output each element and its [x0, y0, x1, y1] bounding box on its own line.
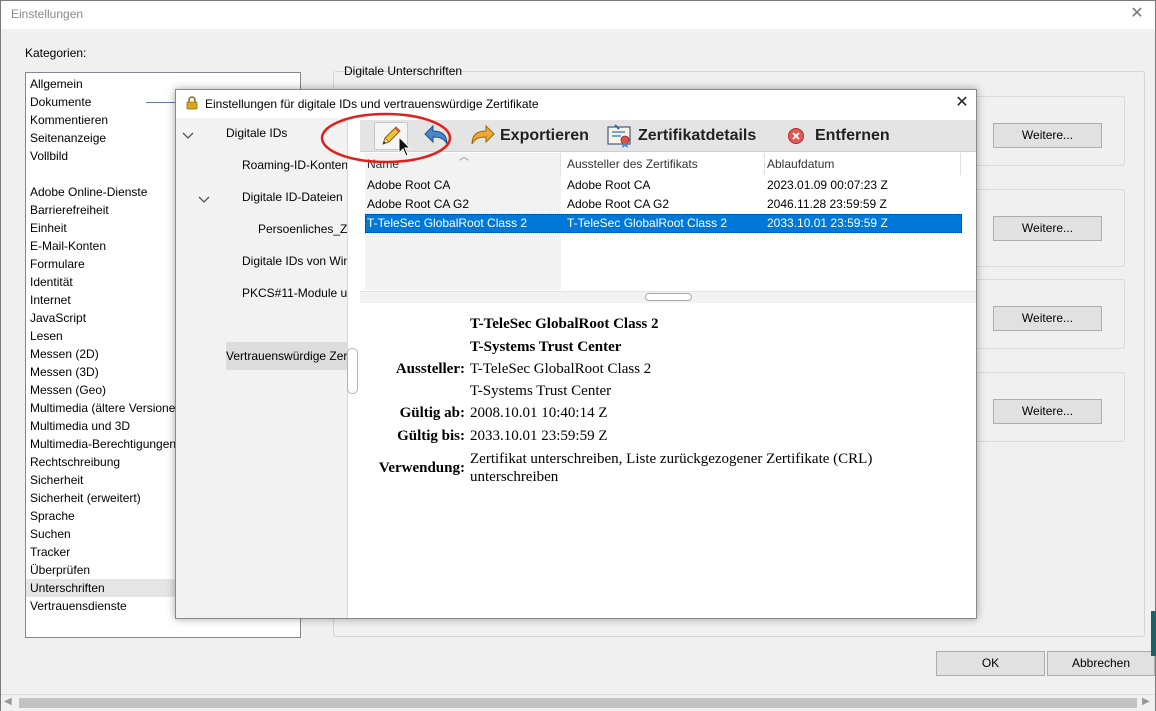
valid-from-label: Gültig ab: [399, 405, 465, 421]
export-arrow-icon [471, 124, 495, 145]
more-button[interactable]: Weitere... [993, 123, 1102, 148]
table-cell-issuer[interactable]: Adobe Root CA G2 [565, 195, 669, 214]
category-item[interactable]: Vollbild [30, 147, 68, 165]
scrollbar-thumb[interactable] [19, 698, 1137, 708]
issuer-org: T-Systems Trust Center [470, 383, 612, 399]
more-button[interactable]: Weitere... [993, 399, 1102, 424]
category-item[interactable]: Multimedia-Berechtigungen [30, 435, 176, 453]
tree-item-trusted-certs[interactable]: Vertrauenswürdige Zertifikate [226, 347, 347, 365]
tree-item-pkcs11[interactable]: PKCS#11-Module und Token [242, 284, 347, 302]
category-item[interactable]: JavaScript [30, 309, 86, 327]
detail-cert-org: T-Systems Trust Center [470, 339, 622, 355]
category-item[interactable]: Lesen [30, 327, 63, 345]
column-header-expiry[interactable]: Ablaufdatum [765, 153, 961, 175]
issuer-label: Aussteller: [395, 361, 465, 377]
table-cell-name[interactable]: T-TeleSec GlobalRoot Class 2 [365, 214, 527, 233]
remove-icon [788, 128, 804, 144]
category-item[interactable]: Rechtschreibung [30, 453, 120, 471]
window-title: Einstellungen [11, 7, 84, 21]
category-item[interactable]: Adobe Online-Dienste [30, 183, 147, 201]
close-icon[interactable]: ✕ [1127, 4, 1147, 24]
category-item[interactable]: Allgemein [30, 75, 83, 93]
window-edge-accent [1151, 611, 1156, 656]
tree-item-personal-cert[interactable]: Persoenliches_Zertifikat [258, 220, 347, 238]
usage-label: Verwendung: [378, 460, 465, 476]
close-icon[interactable]: ✕ [952, 93, 972, 113]
splitter-grip[interactable] [645, 293, 692, 301]
horizontal-scrollbar[interactable]: ◀ ▶ [1, 694, 1155, 711]
usage-value-line2: unterschreiben [470, 469, 559, 485]
table-cell-name[interactable]: Adobe Root CA [365, 176, 450, 195]
tree-item-id-files[interactable]: Digitale ID-Dateien [242, 188, 343, 206]
usage-value-line1: Zertifikat unterschreiben, Liste zurückg… [470, 451, 873, 467]
valid-to-value: 2033.10.01 23:59:59 Z [470, 428, 608, 444]
certificate-details-button[interactable]: Zertifikatdetails [606, 120, 756, 152]
category-item[interactable]: Messen (2D) [30, 345, 99, 363]
category-item[interactable]: Sprache [30, 507, 75, 525]
category-item[interactable]: Identität [30, 273, 73, 291]
title-bar [1, 1, 1155, 29]
chevron-down-icon[interactable] [182, 130, 194, 142]
group-title: Digitale Unterschriften [344, 64, 463, 78]
category-item[interactable]: Formulare [30, 255, 85, 273]
category-item[interactable]: Kommentieren [30, 111, 108, 129]
highlight-ellipse-shape [320, 112, 452, 164]
category-item[interactable]: Suchen [30, 525, 71, 543]
table-cell-issuer[interactable]: T-TeleSec GlobalRoot Class 2 [565, 214, 727, 233]
mouse-cursor-icon [398, 136, 412, 157]
more-button[interactable]: Weitere... [993, 306, 1102, 331]
category-item[interactable]: Seitenanzeige [30, 129, 106, 147]
ok-button[interactable]: OK [936, 651, 1045, 676]
valid-to-label: Gültig bis: [397, 428, 465, 444]
tree-item-windows-ids[interactable]: Digitale IDs von Windows [242, 252, 347, 270]
highlight-ellipse [320, 112, 452, 164]
table-cell-expiry[interactable]: 2033.10.01 23:59:59 Z [765, 214, 888, 233]
table-cell-expiry[interactable]: 2023.01.09 00:07:23 Z [765, 176, 888, 195]
valid-from-value: 2008.10.01 10:40:14 Z [470, 405, 608, 421]
table-cell-name[interactable]: Adobe Root CA G2 [365, 195, 469, 214]
tree-item-digital-ids[interactable]: Digitale IDs [226, 124, 287, 142]
category-item[interactable]: E-Mail-Konten [30, 237, 106, 255]
category-item[interactable]: Messen (Geo) [30, 381, 106, 399]
remove-button[interactable]: Entfernen [786, 120, 890, 152]
category-item[interactable]: Internet [30, 291, 71, 309]
issuer-name: T-TeleSec GlobalRoot Class 2 [470, 361, 652, 377]
table-cell-expiry[interactable]: 2046.11.28 23:59:59 Z [765, 195, 887, 214]
certificate-details-label: Zertifikatdetails [638, 127, 757, 144]
category-item[interactable]: Vertrauensdienste [30, 597, 127, 615]
sort-ascending-icon: ︿ [459, 152, 469, 163]
column-header-issuer[interactable]: Aussteller des Zertifikats [565, 153, 765, 175]
category-item[interactable]: Multimedia und 3D [30, 417, 130, 435]
export-button[interactable]: Exportieren [468, 120, 589, 152]
id-tree[interactable]: Digitale IDs Roaming-ID-Konten Digitale … [176, 118, 348, 618]
remove-label: Entfernen [815, 127, 890, 144]
dialog-title: Einstellungen für digitale IDs und vertr… [205, 97, 539, 111]
cancel-button[interactable]: Abbrechen [1047, 651, 1155, 676]
table-cell-issuer[interactable]: Adobe Root CA [565, 176, 650, 195]
lock-icon [186, 96, 198, 110]
category-item[interactable]: Multimedia (ältere Versionen) [30, 399, 186, 417]
category-item[interactable]: Einheit [30, 219, 67, 237]
category-item[interactable]: Überprüfen [30, 561, 90, 579]
digital-id-settings-dialog: Einstellungen für digitale IDs und vertr… [175, 89, 977, 619]
category-item[interactable]: Sicherheit [30, 471, 83, 489]
category-item[interactable]: Messen (3D) [30, 363, 99, 381]
chevron-down-icon[interactable] [198, 194, 210, 206]
certificate-icon [607, 124, 631, 148]
export-label: Exportieren [500, 127, 589, 144]
category-item[interactable]: Barrierefreiheit [30, 201, 109, 219]
detail-cert-name: T-TeleSec GlobalRoot Class 2 [470, 316, 659, 332]
scroll-right-icon[interactable]: ▶ [1142, 696, 1150, 707]
category-item[interactable]: Sicherheit (erweitert) [30, 489, 141, 507]
category-item[interactable]: Tracker [30, 543, 70, 561]
more-button[interactable]: Weitere... [993, 216, 1102, 241]
categories-label: Kategorien: [25, 46, 87, 60]
category-item[interactable]: Dokumente [30, 93, 91, 111]
scroll-left-icon[interactable]: ◀ [4, 696, 12, 707]
